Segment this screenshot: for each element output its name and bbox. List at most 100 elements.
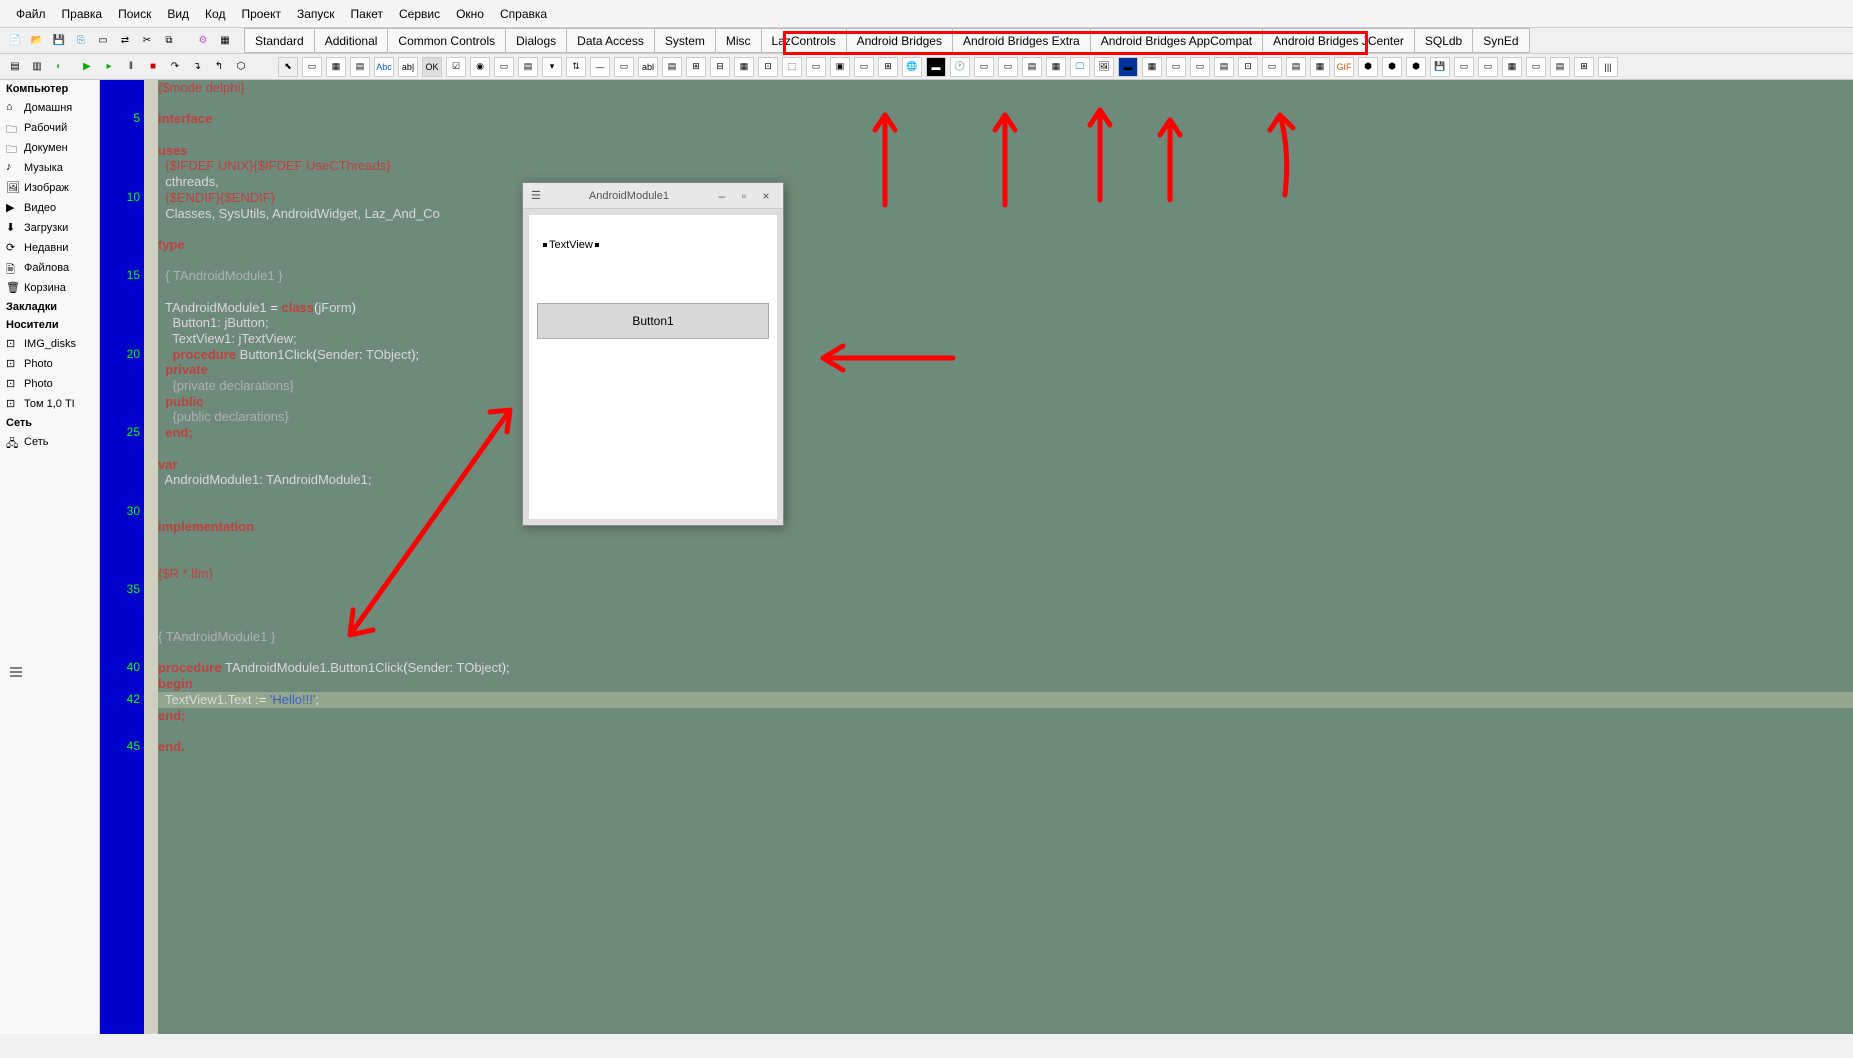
component-icon[interactable]: ⊞ [878, 57, 898, 77]
component-icon[interactable]: ▾ [542, 57, 562, 77]
code-content[interactable]: {$mode delphi}interfaceuses {$IFDEF UNIX… [158, 80, 1853, 755]
sidebar-item-network[interactable]: 🖧Сеть [0, 432, 99, 452]
maximize-icon[interactable]: ▫ [735, 187, 753, 205]
menu-run[interactable]: Запуск [289, 3, 343, 25]
sidebar-item-downloads[interactable]: ⬇Загрузки [0, 218, 99, 238]
component-icon[interactable]: ▦ [734, 57, 754, 77]
component-icon[interactable]: ▦ [326, 57, 346, 77]
palette-tab-data-access[interactable]: Data Access [566, 28, 655, 53]
sidebar-item-disk[interactable]: ⊡IMG_disks [0, 334, 99, 354]
component-icon[interactable]: ▦ [1142, 57, 1162, 77]
sidebar-item-recent[interactable]: ⟳Недавни [0, 238, 99, 258]
palette-tab-android-bridges-appcompat[interactable]: Android Bridges AppCompat [1090, 28, 1263, 53]
button-component[interactable]: Button1 [537, 303, 769, 339]
toggle-icon[interactable]: ⇄ [115, 31, 135, 51]
step-into-icon[interactable]: ↴ [187, 57, 207, 77]
component-icon[interactable]: 🖵 [1070, 57, 1090, 77]
component-icon[interactable]: 🕐 [950, 57, 970, 77]
component-icon[interactable]: 🖼 [1094, 57, 1114, 77]
component-icon[interactable]: 💾 [1430, 57, 1450, 77]
component-icon[interactable]: ◉ [470, 57, 490, 77]
component-icon[interactable]: ▬ [926, 57, 946, 77]
component-icon[interactable]: ▦ [1310, 57, 1330, 77]
form-designer-window[interactable]: ☰ AndroidModule1 – ▫ × TextView Button1 [522, 182, 784, 526]
palette-tab-dialogs[interactable]: Dialogs [505, 28, 567, 53]
sidebar-item-music[interactable]: ♪Музыка [0, 158, 99, 178]
component-icon[interactable]: ▤ [1550, 57, 1570, 77]
palette-tab-android-bridges-extra[interactable]: Android Bridges Extra [952, 28, 1091, 53]
component-icon[interactable]: ☑ [446, 57, 466, 77]
palette-tab-misc[interactable]: Misc [715, 28, 762, 53]
component-icon[interactable]: ▤ [350, 57, 370, 77]
component-icon[interactable]: ▤ [1286, 57, 1306, 77]
component-icon[interactable]: ⬚ [782, 57, 802, 77]
sidebar-item-trash[interactable]: 🗑Корзина [0, 278, 99, 298]
close-icon[interactable]: × [757, 187, 775, 205]
component-icon[interactable]: ▭ [614, 57, 634, 77]
component-icon[interactable]: ▤ [662, 57, 682, 77]
palette-tab-system[interactable]: System [654, 28, 716, 53]
palette-tab-standard[interactable]: Standard [244, 28, 315, 53]
component-icon[interactable]: ▭ [1526, 57, 1546, 77]
menu-help[interactable]: Справка [492, 3, 555, 25]
new-form-icon[interactable]: ▭ [93, 31, 113, 51]
component-icon[interactable]: ⊟ [710, 57, 730, 77]
palette-tab-android-bridges-jcenter[interactable]: Android Bridges JCenter [1262, 28, 1415, 53]
sidebar-item-pictures[interactable]: 🖼Изображ [0, 178, 99, 198]
stop-icon[interactable]: ■ [143, 57, 163, 77]
sidebar-item-filesystem[interactable]: 🗎Файлова [0, 258, 99, 278]
save-file-icon[interactable]: 💾 [49, 31, 69, 51]
view-forms-icon[interactable]: ▥ [27, 57, 47, 77]
component-icon[interactable]: ▦ [1502, 57, 1522, 77]
run-icon[interactable]: ▶ [77, 57, 97, 77]
open-file-icon[interactable]: 📂 [27, 31, 47, 51]
code-editor[interactable]: 5101520253035404245 {$mode delphi}interf… [100, 80, 1853, 1034]
component-icon[interactable]: ▦ [1046, 57, 1066, 77]
pause-icon[interactable]: ‖ [121, 57, 141, 77]
component-icon[interactable]: ▭ [302, 57, 322, 77]
hamburger-icon[interactable] [8, 664, 24, 680]
component-icon[interactable]: ▭ [854, 57, 874, 77]
component-icon[interactable]: ▭ [998, 57, 1018, 77]
save-all-icon[interactable]: ⎘ [71, 31, 91, 51]
component-icon[interactable]: ⊡ [1238, 57, 1258, 77]
menu-edit[interactable]: Правка [54, 3, 111, 25]
menu-window[interactable]: Окно [448, 3, 492, 25]
selector-icon[interactable]: ⬉ [278, 57, 298, 77]
palette-tab-additional[interactable]: Additional [314, 28, 389, 53]
view-units-icon[interactable]: ▤ [5, 57, 25, 77]
component-icon[interactable]: ▭ [1262, 57, 1282, 77]
palette-tab-syned[interactable]: SynEd [1472, 28, 1529, 53]
component-icon[interactable]: Abc [374, 57, 394, 77]
component-icon[interactable]: ||| [1598, 57, 1618, 77]
sidebar-item-disk[interactable]: ⊡Photo [0, 374, 99, 394]
menu-search[interactable]: Поиск [110, 3, 159, 25]
toggle-form-icon[interactable]: ◐ [49, 57, 69, 77]
component-icon[interactable]: ▭ [1166, 57, 1186, 77]
breakpoint-icon[interactable]: ⬡ [231, 57, 251, 77]
component-icon[interactable]: ▤ [1214, 57, 1234, 77]
component-icon[interactable]: ⬢ [1382, 57, 1402, 77]
component-icon[interactable]: ab| [398, 57, 418, 77]
component-icon[interactable]: OK [422, 57, 442, 77]
palette-tab-common-controls[interactable]: Common Controls [387, 28, 506, 53]
component-icon[interactable]: ▭ [806, 57, 826, 77]
component-icon[interactable]: ▤ [1022, 57, 1042, 77]
menu-file[interactable]: Файл [8, 3, 54, 25]
cut-icon[interactable]: ✂ [137, 31, 157, 51]
palette-tab-android-bridges[interactable]: Android Bridges [846, 28, 953, 53]
component-icon[interactable]: ▬ [1118, 57, 1138, 77]
palette-icon[interactable]: ▦ [215, 31, 235, 51]
menu-code[interactable]: Код [197, 3, 233, 25]
sidebar-item-documents[interactable]: 🗀Докумен [0, 138, 99, 158]
palette-tab-lazcontrols[interactable]: LazControls [761, 28, 847, 53]
step-over-icon[interactable]: ↷ [165, 57, 185, 77]
sidebar-item-videos[interactable]: ▶Видео [0, 198, 99, 218]
fold-strip[interactable] [144, 80, 158, 1034]
component-icon[interactable]: ▣ [830, 57, 850, 77]
component-icon[interactable]: ⊞ [1574, 57, 1594, 77]
component-icon[interactable]: ⊞ [686, 57, 706, 77]
palette-tab-sqldb[interactable]: SQLdb [1414, 28, 1473, 53]
component-icon[interactable]: ▭ [1454, 57, 1474, 77]
component-icon[interactable]: ▭ [494, 57, 514, 77]
